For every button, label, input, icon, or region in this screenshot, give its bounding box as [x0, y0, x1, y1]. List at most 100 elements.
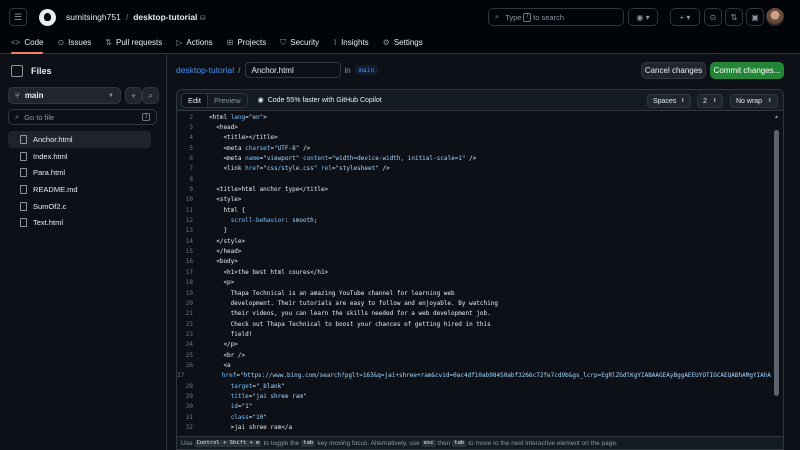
edit-preview-tabs: Edit Preview: [181, 92, 248, 108]
commit-changes-button[interactable]: Commit changes...: [710, 62, 784, 79]
code-line[interactable]: 24 </p>: [177, 340, 771, 350]
code-line[interactable]: 21 their videos, you can learn the skill…: [177, 309, 771, 319]
file-item-text-html[interactable]: Text.html: [8, 214, 151, 231]
filename-input[interactable]: Anchor.html: [244, 62, 341, 78]
code-line[interactable]: 17 <h1>the best html coures</h1>: [177, 267, 771, 277]
line-content: id="1": [230, 403, 253, 411]
code-line[interactable]: 15 </head>: [177, 246, 771, 256]
code-line[interactable]: 9 <title>html anchor type</title>: [177, 184, 771, 194]
pull-request-icon: ⇅: [730, 12, 738, 22]
code-line[interactable]: 16 <body>: [177, 257, 771, 267]
file-icon: [20, 201, 27, 211]
pull-requests-button[interactable]: ⇅: [725, 8, 743, 26]
code-area[interactable]: 2 <html lang="en"> 3 <head> 4 <title></titl…: [177, 112, 771, 442]
in-label: in: [344, 65, 351, 75]
file-icon: [20, 134, 27, 144]
code-line[interactable]: 28 target="_blank": [177, 381, 771, 391]
code-line[interactable]: 25 <br />: [177, 350, 771, 360]
tab-preview[interactable]: Preview: [208, 94, 247, 107]
scrollbar-thumb[interactable]: [774, 130, 779, 396]
code-line[interactable]: 3 <head>: [177, 122, 771, 132]
code-line[interactable]: 27 href="https://www.bing.com/search?pgl…: [177, 371, 771, 381]
code-line[interactable]: 32 >jai shree ram</a: [177, 422, 771, 432]
line-number: 32: [185, 423, 193, 431]
menu-button[interactable]: ☰: [9, 8, 27, 26]
file-name: SumOf2.c: [33, 201, 67, 211]
code-editor: Edit Preview ◉ Code 55% faster with GitH…: [176, 89, 784, 450]
editor-scrollbar[interactable]: ▲: [773, 112, 781, 442]
filename-value: Anchor.html: [251, 65, 294, 75]
file-item-sumof2-c[interactable]: SumOf2.c: [8, 198, 151, 215]
branch-selector[interactable]: ⑂ main ▼: [8, 87, 121, 104]
line-content: <head>: [209, 124, 238, 132]
sidebar-collapse-icon[interactable]: [11, 65, 23, 77]
tab-code[interactable]: <> Code: [11, 34, 44, 54]
tab-label: Pull requests: [116, 38, 163, 47]
tab-label: Settings: [393, 38, 423, 47]
code-line[interactable]: 26 <a: [177, 360, 771, 370]
line-content: >jai shree ram</a: [209, 423, 293, 431]
table-icon: ⊞: [226, 38, 234, 47]
file-item-para-html[interactable]: Para.html: [8, 164, 151, 181]
code-line[interactable]: 19 Thapa Technical is an amazing YouTube…: [177, 288, 771, 298]
cancel-changes-button[interactable]: Cancel changes: [641, 62, 706, 79]
code-line[interactable]: 30 id="1": [177, 402, 771, 412]
indent-size-value: 2: [703, 97, 707, 105]
tab-insights[interactable]: ⌇ Insights: [333, 34, 368, 51]
inbox-button[interactable]: ▣: [746, 8, 764, 26]
code-line[interactable]: 12 scroll-behavior: smooth;: [177, 215, 771, 225]
go-to-file-placeholder: Go to file: [24, 112, 55, 122]
indent-mode-value: Spaces: [653, 97, 677, 105]
code-line[interactable]: 4 <title></title>: [177, 133, 771, 143]
issue-icon: ⊙: [709, 12, 717, 22]
editor-toolbar: Edit Preview ◉ Code 55% faster with GitH…: [177, 90, 783, 111]
line-number: 4: [189, 134, 193, 142]
owner-link[interactable]: sumitsingh751: [66, 12, 121, 22]
tab-settings[interactable]: ⚙ Settings: [383, 34, 423, 51]
code-line[interactable]: 10 <style>: [177, 195, 771, 205]
copilot-button[interactable]: ◉ ▾: [628, 8, 658, 26]
create-new-button[interactable]: + ▾: [670, 8, 700, 26]
code-line[interactable]: 6 <meta name="viewport" content="width=d…: [177, 153, 771, 163]
avatar[interactable]: [766, 8, 784, 26]
code-line[interactable]: 14 </style>: [177, 236, 771, 246]
tab-projects[interactable]: ⊞ Projects: [227, 34, 267, 51]
code-line[interactable]: 29 title="jai shree ram": [177, 391, 771, 401]
code-line[interactable]: 8: [177, 174, 771, 184]
code-line[interactable]: 11 html {: [177, 205, 771, 215]
file-tree-sidebar: Files ⑂ main ▼ + ⌕ ⌕ Go to file t Anchor…: [0, 55, 167, 450]
tab-security[interactable]: ⛉ Security: [280, 34, 319, 51]
tab-issues[interactable]: ⊙ Issues: [57, 34, 91, 51]
indent-size-select[interactable]: 2 ⬍: [697, 94, 723, 108]
tab-pull-requests[interactable]: ⇅ Pull requests: [105, 34, 162, 51]
github-logo-icon[interactable]: [39, 8, 56, 26]
line-number: 31: [185, 413, 193, 421]
repo-link[interactable]: desktop-tutorial: [133, 12, 197, 22]
code-line[interactable]: 22 Check out Thapa Technical to boost yo…: [177, 319, 771, 329]
code-line[interactable]: 18 <p>: [177, 278, 771, 288]
file-item-index-html[interactable]: Index.html: [8, 148, 151, 165]
code-line[interactable]: 7 <link href="css/style.css" rel="styles…: [177, 164, 771, 174]
code-line[interactable]: 23 field!: [177, 329, 771, 339]
code-line[interactable]: 20 development. Their tutorials are easy…: [177, 298, 771, 308]
copilot-promo-text: Code 55% faster with GitHub Copilot: [267, 96, 382, 104]
code-line[interactable]: 13 }: [177, 226, 771, 236]
add-file-button[interactable]: +: [125, 87, 142, 104]
copilot-promo[interactable]: ◉ Code 55% faster with GitHub Copilot: [258, 96, 382, 105]
tab-actions[interactable]: ▷ Actions: [176, 34, 212, 51]
search-files-button[interactable]: ⌕: [142, 87, 159, 104]
branch-icon: ⑂: [15, 91, 20, 100]
repo-link[interactable]: desktop-tutorial: [176, 65, 234, 75]
pull-request-icon: ⇅: [105, 38, 112, 47]
file-item-anchor-html[interactable]: Anchor.html: [8, 131, 151, 148]
file-item-readme-md[interactable]: README.md: [8, 181, 151, 198]
tab-edit[interactable]: Edit: [182, 93, 208, 107]
go-to-file-input[interactable]: ⌕ Go to file t: [8, 109, 157, 125]
code-line[interactable]: 5 <meta charset="UTF-8" />: [177, 143, 771, 153]
wrap-mode-select[interactable]: No wrap ⬍: [730, 94, 778, 108]
code-line[interactable]: 2 <html lang="en">: [177, 112, 771, 122]
code-line[interactable]: 31 class="10": [177, 412, 771, 422]
search-input[interactable]: ⌕ Type / to search: [488, 8, 624, 26]
issues-button[interactable]: ⊙: [704, 8, 722, 26]
indent-mode-select[interactable]: Spaces ⬍: [647, 94, 691, 108]
